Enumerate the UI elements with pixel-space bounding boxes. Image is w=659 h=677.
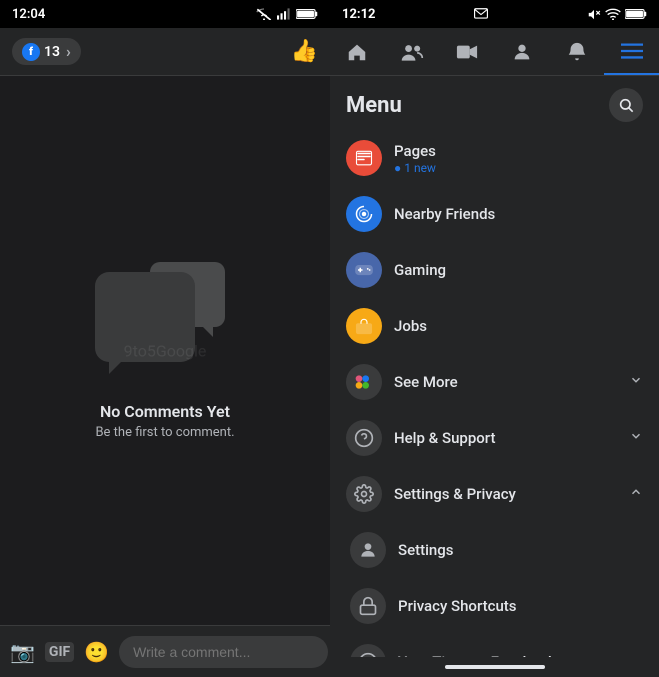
nearby-friends-label: Nearby Friends bbox=[394, 205, 643, 223]
nav-video[interactable] bbox=[440, 28, 495, 75]
notification-badge[interactable]: f 13 › bbox=[12, 38, 81, 65]
fb-icon: f bbox=[22, 43, 40, 61]
status-icons-left bbox=[256, 8, 318, 20]
jobs-text: Jobs bbox=[394, 317, 643, 335]
help-icon bbox=[346, 420, 382, 456]
see-more-text: See More bbox=[394, 373, 617, 391]
no-comments-subtitle: Be the first to comment. bbox=[95, 425, 234, 440]
status-bar-right: 12:12 bbox=[330, 0, 659, 28]
help-label: Help & Support bbox=[394, 429, 617, 447]
muted-icon bbox=[587, 8, 601, 20]
jobs-label: Jobs bbox=[394, 317, 643, 335]
nav-bar bbox=[330, 28, 659, 76]
nav-home[interactable] bbox=[330, 28, 385, 75]
wifi-icon bbox=[605, 8, 621, 20]
menu-item-help[interactable]: Help & Support bbox=[330, 410, 659, 466]
see-more-icon bbox=[346, 364, 382, 400]
bubble-main bbox=[95, 272, 195, 362]
menu-item-settings-privacy[interactable]: Settings & Privacy bbox=[330, 466, 659, 522]
see-more-chevron-icon bbox=[629, 373, 643, 391]
menu-item-settings[interactable]: Settings bbox=[330, 522, 659, 578]
menu-header: Menu bbox=[330, 76, 659, 130]
menu-item-nearby-friends[interactable]: Nearby Friends bbox=[330, 186, 659, 242]
settings-privacy-chevron-icon bbox=[629, 485, 643, 503]
comment-input[interactable] bbox=[119, 636, 328, 668]
top-bar-left: f 13 › 👍 bbox=[0, 28, 330, 76]
help-text: Help & Support bbox=[394, 429, 617, 447]
nearby-friends-text: Nearby Friends bbox=[394, 205, 643, 223]
menu-item-pages[interactable]: Pages ● 1 new bbox=[330, 130, 659, 186]
pages-label: Pages bbox=[394, 142, 643, 160]
menu-item-gaming[interactable]: Gaming bbox=[330, 242, 659, 298]
gaming-text: Gaming bbox=[394, 261, 643, 279]
left-content: No Comments Yet Be the first to comment.… bbox=[0, 76, 330, 625]
battery-icon-right bbox=[625, 8, 647, 20]
pages-icon bbox=[346, 140, 382, 176]
status-bar-left: 12:04 bbox=[0, 0, 330, 28]
pages-text: Pages ● 1 new bbox=[394, 142, 643, 175]
chevron-right-icon: › bbox=[66, 42, 71, 61]
settings-sub-text: Settings bbox=[398, 541, 643, 559]
settings-privacy-label: Settings & Privacy bbox=[394, 485, 617, 503]
bubbles-illustration bbox=[95, 262, 235, 382]
nav-menu[interactable] bbox=[604, 28, 659, 75]
nav-groups[interactable] bbox=[385, 28, 440, 75]
help-chevron-icon bbox=[629, 429, 643, 447]
menu-item-your-time[interactable]: Your Time on Facebook bbox=[330, 634, 659, 657]
right-panel: 12:12 bbox=[330, 0, 659, 677]
home-indicator bbox=[330, 657, 659, 677]
notification-count: 13 bbox=[44, 44, 60, 60]
privacy-shortcuts-icon bbox=[350, 588, 386, 624]
settings-privacy-text: Settings & Privacy bbox=[394, 485, 617, 503]
time-left: 12:04 bbox=[12, 7, 45, 22]
your-time-icon bbox=[350, 644, 386, 657]
battery-icon-left bbox=[296, 8, 318, 20]
menu-item-jobs[interactable]: Jobs bbox=[330, 298, 659, 354]
status-icons-right bbox=[587, 8, 647, 20]
menu-item-see-more[interactable]: See More bbox=[330, 354, 659, 410]
menu-title: Menu bbox=[346, 93, 402, 118]
gaming-label: Gaming bbox=[394, 261, 643, 279]
signal-icon bbox=[277, 8, 291, 20]
search-button[interactable] bbox=[609, 88, 643, 122]
no-comments-title: No Comments Yet bbox=[100, 402, 230, 421]
left-panel: 12:04 f bbox=[0, 0, 330, 677]
time-right: 12:12 bbox=[342, 7, 376, 22]
home-bar bbox=[445, 665, 545, 669]
emoji-icon[interactable]: 🙂 bbox=[84, 640, 109, 664]
privacy-shortcuts-label: Privacy Shortcuts bbox=[398, 597, 643, 615]
settings-sub-label: Settings bbox=[398, 541, 643, 559]
settings-sub-icon bbox=[350, 532, 386, 568]
see-more-label: See More bbox=[394, 373, 617, 391]
settings-privacy-icon bbox=[346, 476, 382, 512]
gaming-icon bbox=[346, 252, 382, 288]
like-icon[interactable]: 👍 bbox=[291, 39, 318, 64]
jobs-icon bbox=[346, 308, 382, 344]
menu-list: Pages ● 1 new Nearby Friends bbox=[330, 130, 659, 657]
nearby-friends-icon bbox=[346, 196, 382, 232]
nav-bell[interactable] bbox=[549, 28, 604, 75]
camera-icon[interactable]: 📷 bbox=[10, 640, 35, 664]
nav-profile[interactable] bbox=[494, 28, 549, 75]
pages-sublabel: ● 1 new bbox=[394, 161, 643, 175]
wifi-off-icon bbox=[256, 8, 272, 20]
status-right-middle bbox=[474, 8, 488, 20]
message-icon bbox=[474, 8, 488, 20]
gif-icon[interactable]: GIF bbox=[45, 642, 74, 662]
privacy-shortcuts-text: Privacy Shortcuts bbox=[398, 597, 643, 615]
menu-item-privacy-shortcuts[interactable]: Privacy Shortcuts bbox=[330, 578, 659, 634]
comment-bar: 📷 GIF 🙂 bbox=[0, 625, 330, 677]
